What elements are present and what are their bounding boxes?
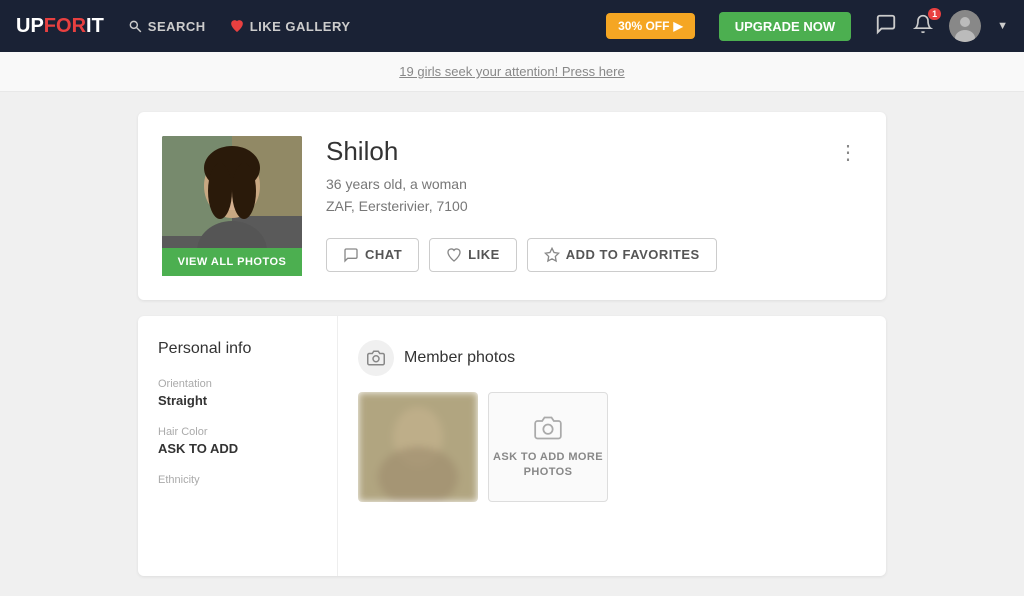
ask-more-photos-label: ASK TO ADD MORE PHOTOS [489,450,607,481]
hair-color-label: Hair color [158,426,317,438]
chat-button[interactable]: CHAT [326,238,419,272]
profile-info: Shiloh 36 years old, a woman ZAF, Eerste… [326,136,862,272]
photos-grid: ASK TO ADD MORE PHOTOS [358,392,866,502]
orientation-label: Orientation [158,378,317,390]
hair-color-value: ASK TO ADD [158,441,317,456]
logo[interactable]: UPFORIT [16,15,104,38]
navbar: UPFORIT SEARCH LIKE GALLERY 30% OFF ▶ UP… [0,0,1024,52]
profile-photo-wrap: VIEW ALL PHOTOS [162,136,302,276]
star-icon [544,247,560,263]
info-field-hair: Hair color ASK TO ADD [158,426,317,456]
search-label: SEARCH [148,19,206,34]
logo-up: UP [16,15,44,37]
message-icon [875,13,897,35]
profile-card: VIEW ALL PHOTOS Shiloh 36 years old, a w… [138,112,886,300]
photo-thumb-img-1 [358,392,478,502]
notification-badge: 1 [928,8,941,20]
camera-header-icon [367,349,385,367]
chat-icon [343,247,359,263]
arrow-icon: ▶ [673,19,682,33]
attention-link[interactable]: 19 girls seek your attention! Press here [399,64,624,79]
profile-more-button[interactable]: ⋮ [834,136,862,169]
info-field-orientation: Orientation Straight [158,378,317,408]
like-label: LIKE [468,247,500,262]
chat-label: CHAT [365,247,402,262]
orientation-value: Straight [158,393,317,408]
add-favorites-label: ADD TO FAVORITES [566,247,700,262]
personal-info-panel: Personal info Orientation Straight Hair … [138,316,338,576]
main-content: VIEW ALL PHOTOS Shiloh 36 years old, a w… [122,92,902,596]
info-field-ethnicity: Ethnicity [158,474,317,486]
user-avatar[interactable] [949,10,981,42]
discount-label: 30% OFF [618,19,669,33]
like-gallery-nav-link[interactable]: LIKE GALLERY [230,19,351,34]
member-photos-header: Member photos [358,340,866,376]
upgrade-button[interactable]: UPGRADE NOW [719,12,851,41]
blurred-photo-svg [358,392,478,502]
ethnicity-label: Ethnicity [158,474,317,486]
discount-button[interactable]: 30% OFF ▶ [606,13,695,39]
profile-actions: CHAT LIKE ADD TO FAVORITES [326,238,862,272]
attention-bar: 19 girls seek your attention! Press here [0,52,1024,92]
camera-add-icon [534,414,562,442]
profile-name: Shiloh [326,136,468,167]
profile-age-gender: 36 years old, a woman [326,173,468,195]
avatar-image [949,10,981,42]
add-favorites-button[interactable]: ADD TO FAVORITES [527,238,717,272]
chat-icon-button[interactable] [875,13,897,40]
ask-add-more-photos-button[interactable]: ASK TO ADD MORE PHOTOS [488,392,608,502]
logo-for: FOR [44,15,86,37]
nav-icons: 1 ▼ [875,10,1008,42]
photo-thumb-1[interactable] [358,392,478,502]
search-nav-link[interactable]: SEARCH [128,19,206,34]
view-all-photos-button[interactable]: VIEW ALL PHOTOS [162,248,302,276]
like-gallery-label: LIKE GALLERY [250,19,351,34]
bottom-section: Personal info Orientation Straight Hair … [138,316,886,576]
notifications-button[interactable]: 1 [913,14,933,39]
profile-location: ZAF, Eersterivier, 7100 [326,195,468,217]
heart-icon [230,19,244,33]
logo-it: IT [86,15,104,37]
search-icon [128,19,142,33]
upgrade-label: UPGRADE NOW [735,19,835,34]
personal-info-title: Personal info [158,340,317,358]
member-photos-panel: Member photos [338,316,886,576]
like-button[interactable]: LIKE [429,238,517,272]
like-heart-icon [446,247,462,263]
member-photos-title: Member photos [404,349,515,367]
camera-icon-circle [358,340,394,376]
avatar-dropdown-arrow[interactable]: ▼ [997,20,1008,32]
